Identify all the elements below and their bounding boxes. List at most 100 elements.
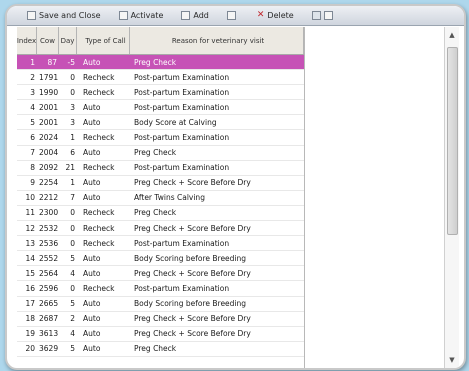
table-row[interactable]: 12 2532 0 Recheck Preg Check + Score Before … bbox=[17, 221, 304, 237]
cell-day: 6 bbox=[70, 148, 75, 158]
scroll-down-arrow-icon[interactable]: ▼ bbox=[445, 354, 459, 366]
cell-day: 0 bbox=[70, 72, 75, 82]
activate-button[interactable]: Activate bbox=[118, 11, 163, 20]
table-row[interactable]: 1 87 -5 Auto Preg Check bbox=[17, 55, 304, 71]
cell-type: Recheck bbox=[83, 72, 115, 82]
cell-reason: Post-partum Examination bbox=[134, 87, 230, 97]
cell-cow: 2536 bbox=[39, 238, 59, 248]
cell-index: 10 bbox=[25, 193, 35, 203]
cell-cow: 2300 bbox=[39, 208, 59, 218]
toolbar: Save and Close Activate Add ✕ Delete bbox=[7, 6, 464, 26]
cell-index: 14 bbox=[25, 253, 35, 263]
add-icon bbox=[181, 11, 191, 20]
cell-cow: 2004 bbox=[39, 148, 59, 158]
application-window: Save and Close Activate Add ✕ Delete Ind… bbox=[5, 4, 466, 370]
print-button[interactable] bbox=[311, 11, 336, 20]
cell-reason: Preg Check bbox=[134, 208, 177, 218]
table-row[interactable]: 8 2092 21 Recheck Post-partum Examination bbox=[17, 161, 304, 176]
table-row[interactable]: 17 2665 5 Auto Body Scoring before Breeding bbox=[17, 297, 304, 312]
table-row[interactable]: 7 2004 6 Auto Preg Check bbox=[17, 146, 304, 161]
cell-cow: 3613 bbox=[39, 329, 59, 339]
activate-icon bbox=[118, 11, 128, 20]
cell-type: Auto bbox=[83, 117, 101, 127]
cell-index: 15 bbox=[25, 268, 35, 278]
cell-type: Auto bbox=[83, 57, 101, 67]
table-row[interactable]: 19 3613 4 Auto Preg Check + Score Before Dry bbox=[17, 327, 304, 342]
cell-day: 0 bbox=[70, 223, 75, 233]
table-row[interactable]: 4 2001 3 Auto Post-partum Examination bbox=[17, 100, 304, 116]
cell-cow: 2552 bbox=[39, 253, 59, 263]
cell-type: Recheck bbox=[83, 238, 115, 248]
cell-day: 3 bbox=[70, 117, 75, 127]
column-header-cow[interactable]: Cow bbox=[37, 27, 59, 54]
column-header-reason[interactable]: Reason for veterinary visit bbox=[130, 27, 304, 54]
cell-cow: 87 bbox=[47, 57, 57, 67]
table-row[interactable]: 6 2024 1 Recheck Post-partum Examination bbox=[17, 130, 304, 146]
cell-type: Recheck bbox=[83, 223, 115, 233]
cell-reason: Post-partum Examination bbox=[134, 133, 230, 143]
cell-cow: 3629 bbox=[39, 344, 59, 354]
cell-type: Recheck bbox=[83, 133, 115, 143]
cell-index: 17 bbox=[25, 299, 35, 309]
cell-day: 0 bbox=[70, 208, 75, 218]
delete-button[interactable]: ✕ Delete bbox=[257, 11, 294, 21]
table-row[interactable]: 11 2300 0 Recheck Preg Check bbox=[17, 206, 304, 222]
printer-icon bbox=[311, 11, 321, 20]
disabled-toolbar-button[interactable] bbox=[226, 11, 239, 20]
cell-index: 7 bbox=[30, 148, 35, 158]
cell-index: 16 bbox=[25, 283, 35, 293]
cell-type: Recheck bbox=[83, 283, 115, 293]
cell-day: 0 bbox=[70, 87, 75, 97]
cell-index: 4 bbox=[30, 102, 35, 112]
cell-day: 4 bbox=[70, 329, 75, 339]
table-row[interactable]: 16 2596 0 Recheck Post-partum Examination bbox=[17, 281, 304, 297]
cell-type: Auto bbox=[83, 299, 101, 309]
cell-day: 4 bbox=[70, 268, 75, 278]
cell-day: 2 bbox=[70, 314, 75, 324]
cell-cow: 1990 bbox=[39, 87, 59, 97]
cell-reason: Preg Check + Score Before Dry bbox=[134, 329, 251, 339]
cell-type: Auto bbox=[83, 178, 101, 188]
table-row[interactable]: 5 2001 3 Auto Body Score at Calving bbox=[17, 115, 304, 131]
cell-index: 18 bbox=[25, 314, 35, 324]
cell-type: Auto bbox=[83, 268, 101, 278]
save-close-button[interactable]: Save and Close bbox=[27, 11, 101, 20]
column-header-day[interactable]: Day bbox=[59, 27, 77, 54]
cell-reason: Post-partum Examination bbox=[134, 163, 230, 173]
cell-day: 5 bbox=[70, 344, 75, 354]
cell-cow: 2564 bbox=[39, 268, 59, 278]
cell-index: 13 bbox=[25, 238, 35, 248]
table-row[interactable]: 14 2552 5 Auto Body Scoring before Breeding bbox=[17, 251, 304, 267]
cell-type: Recheck bbox=[83, 208, 115, 218]
cell-cow: 2092 bbox=[39, 163, 59, 173]
scroll-thumb[interactable] bbox=[447, 47, 458, 235]
cell-reason: Post-partum Examination bbox=[134, 72, 230, 82]
cell-cow: 2254 bbox=[39, 178, 59, 188]
cell-index: 5 bbox=[30, 117, 35, 127]
table-row[interactable]: 15 2564 4 Auto Preg Check + Score Before Dry bbox=[17, 266, 304, 282]
grid-header: Index Cow Day Type of Call Reason for ve… bbox=[17, 27, 304, 55]
column-header-index[interactable]: Index bbox=[17, 27, 37, 54]
save-icon bbox=[27, 11, 36, 20]
cell-reason: Body Score at Calving bbox=[134, 117, 217, 127]
delete-label: Delete bbox=[267, 11, 294, 20]
table-row[interactable]: 9 2254 1 Auto Preg Check + Score Before Dry bbox=[17, 176, 304, 191]
cell-cow: 2024 bbox=[39, 133, 59, 143]
cell-day: 5 bbox=[70, 299, 75, 309]
cell-index: 20 bbox=[25, 344, 35, 354]
column-header-type[interactable]: Type of Call bbox=[77, 27, 130, 54]
table-row[interactable]: 10 2212 7 Auto After Twins Calving bbox=[17, 191, 304, 206]
table-row[interactable]: 2 1791 0 Recheck Post-partum Examination bbox=[17, 70, 304, 86]
table-row[interactable]: 18 2687 2 Auto Preg Check + Score Before Dry bbox=[17, 312, 304, 327]
disabled-action-icon bbox=[226, 11, 236, 20]
cell-index: 2 bbox=[30, 72, 35, 82]
add-button[interactable]: Add bbox=[181, 11, 209, 20]
cell-cow: 2001 bbox=[39, 102, 59, 112]
scroll-up-arrow-icon[interactable]: ▲ bbox=[445, 29, 459, 41]
table-row[interactable]: 20 3629 5 Auto Preg Check bbox=[17, 342, 304, 357]
vertical-scrollbar[interactable]: ▲ ▼ bbox=[444, 27, 459, 368]
cell-reason: Post-partum Examination bbox=[134, 102, 230, 112]
cell-index: 6 bbox=[30, 133, 35, 143]
table-row[interactable]: 3 1990 0 Recheck Post-partum Examination bbox=[17, 85, 304, 101]
table-row[interactable]: 13 2536 0 Recheck Post-partum Examination bbox=[17, 236, 304, 252]
